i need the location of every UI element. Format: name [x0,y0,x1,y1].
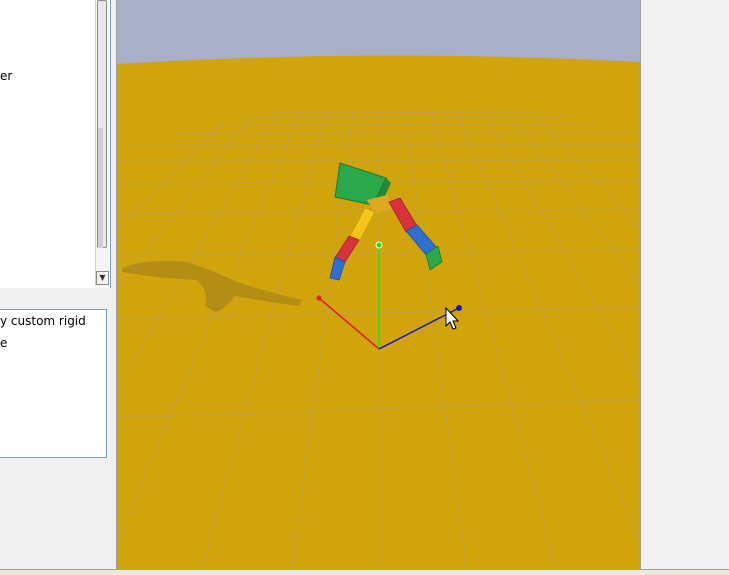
scene-canvas[interactable] [117,0,640,569]
3d-viewport[interactable] [116,0,641,569]
status-strip [0,569,729,575]
gizmo-x-handle[interactable] [316,295,322,301]
gizmo-z-handle[interactable] [456,305,462,311]
application-window: er ▼ y custom rigid e [0,0,729,575]
scrollbar-thumb-grip [98,128,103,248]
vertical-scrollbar[interactable]: ▼ [95,0,109,286]
description-line-1: y custom rigid [0,314,86,328]
description-line-2: e [0,336,8,350]
right-side-panel [641,0,729,575]
object-list-panel[interactable]: er ▼ [0,0,111,288]
scroll-down-arrow-icon[interactable]: ▼ [96,271,109,285]
object-list-item[interactable]: er [0,69,12,83]
description-panel: y custom rigid e [0,309,107,458]
gizmo-y-handle[interactable] [375,241,383,249]
